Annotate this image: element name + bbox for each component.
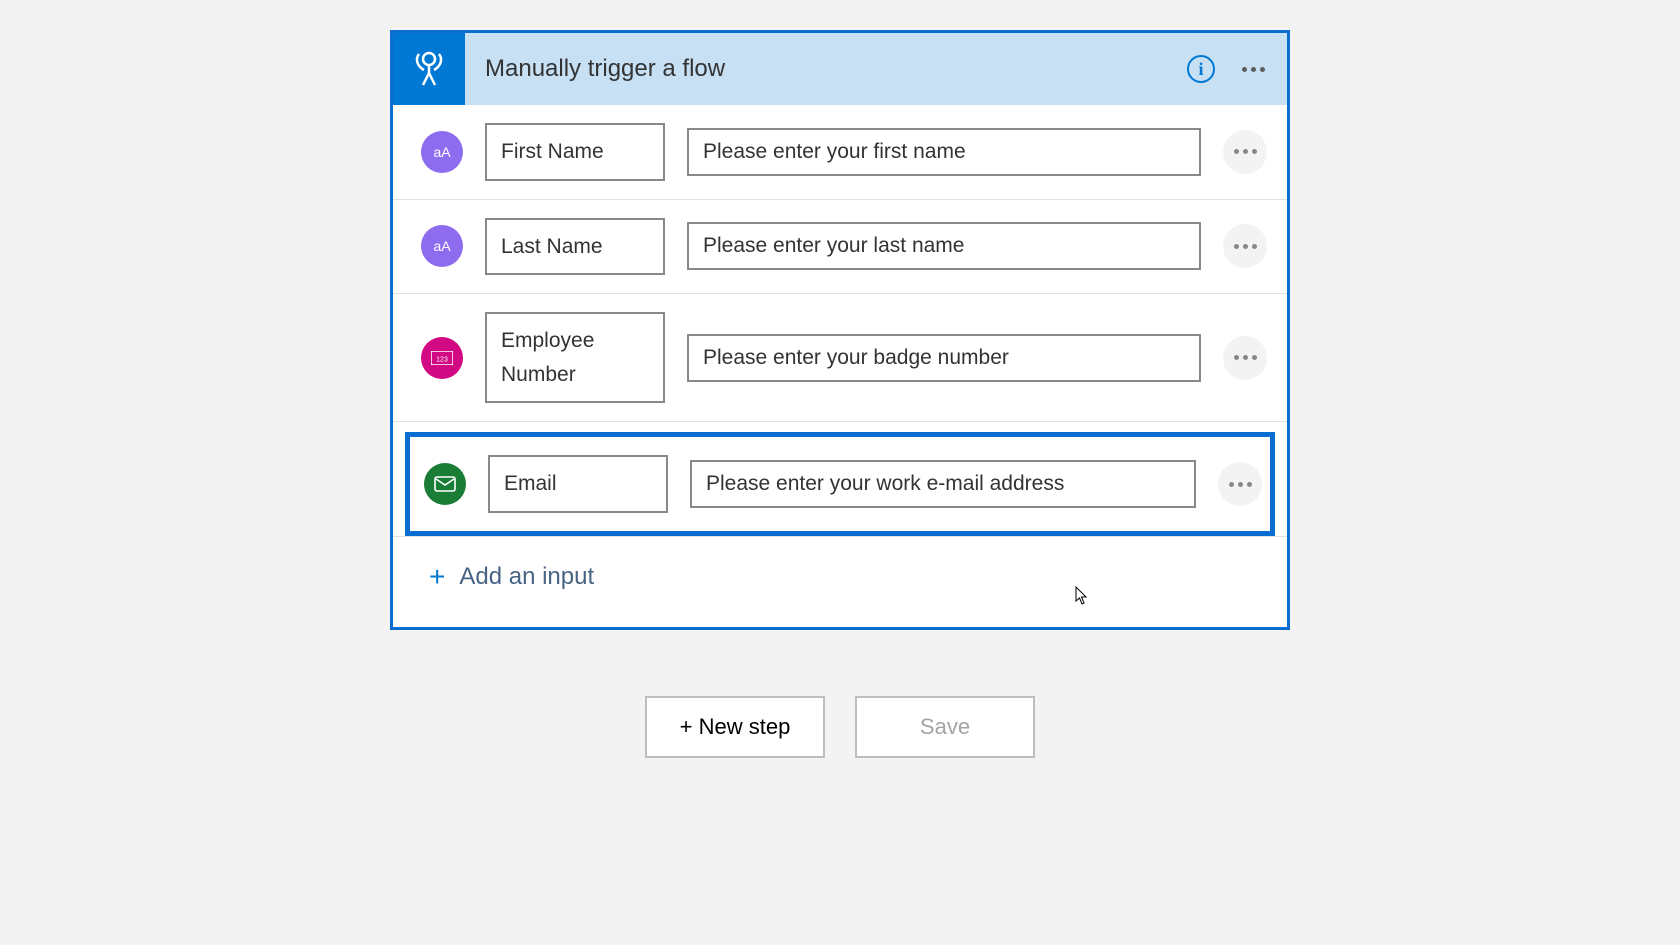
new-step-button[interactable]: + New step [645, 696, 825, 758]
param-row-employee-number: 123 Employee Number Please enter your ba… [393, 294, 1287, 422]
info-icon: i [1187, 55, 1215, 83]
param-name-input[interactable]: First Name [485, 123, 665, 181]
param-row-last-name: aA Last Name Please enter your last name [393, 200, 1287, 295]
card-title: Manually trigger a flow [465, 55, 1167, 83]
plus-icon: + [429, 563, 445, 591]
ellipsis-icon [1234, 149, 1257, 154]
ellipsis-icon [1234, 355, 1257, 360]
param-description-input[interactable]: Please enter your last name [687, 222, 1201, 270]
ellipsis-icon [1234, 244, 1257, 249]
email-type-icon [424, 463, 466, 505]
param-description-input[interactable]: Please enter your work e-mail address [690, 460, 1196, 508]
param-more-button[interactable] [1223, 130, 1267, 174]
param-name-input[interactable]: Employee Number [485, 312, 665, 403]
card-header: Manually trigger a flow i [393, 33, 1287, 105]
add-input-button[interactable]: + Add an input [393, 536, 1287, 627]
param-more-button[interactable] [1218, 462, 1262, 506]
ellipsis-icon [1242, 67, 1265, 72]
param-name-input[interactable]: Email [488, 455, 668, 513]
trigger-card: Manually trigger a flow i aA First Name … [390, 30, 1290, 630]
param-description-input[interactable]: Please enter your first name [687, 128, 1201, 176]
param-row-email: Email Please enter your work e-mail addr… [405, 432, 1275, 536]
param-more-button[interactable] [1223, 336, 1267, 380]
save-button[interactable]: Save [855, 696, 1035, 758]
ellipsis-icon [1229, 482, 1252, 487]
param-name-input[interactable]: Last Name [485, 218, 665, 276]
add-input-label: Add an input [459, 563, 594, 591]
card-body: aA First Name Please enter your first na… [393, 105, 1287, 627]
number-type-icon: 123 [421, 337, 463, 379]
svg-text:123: 123 [436, 356, 448, 363]
param-more-button[interactable] [1223, 224, 1267, 268]
param-row-first-name: aA First Name Please enter your first na… [393, 105, 1287, 200]
text-type-icon: aA [421, 225, 463, 267]
manual-trigger-icon [393, 33, 465, 105]
card-more-button[interactable] [1235, 51, 1271, 87]
param-description-input[interactable]: Please enter your badge number [687, 334, 1201, 382]
text-type-icon: aA [421, 131, 463, 173]
info-button[interactable]: i [1183, 51, 1219, 87]
